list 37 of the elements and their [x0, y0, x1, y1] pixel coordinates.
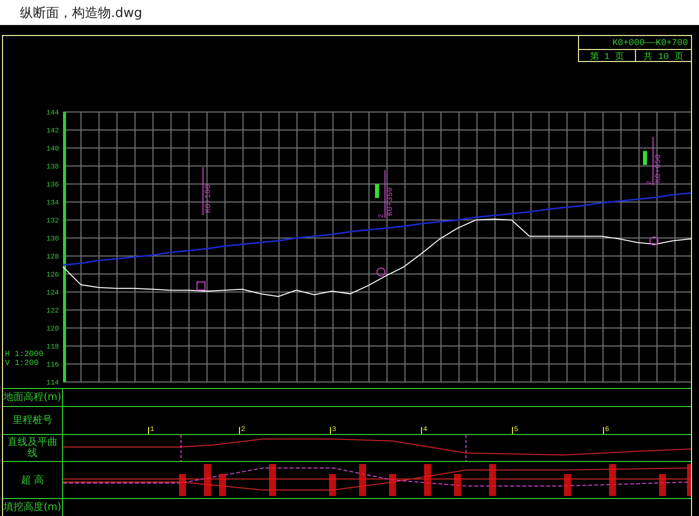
superelevation-mark — [204, 464, 211, 496]
scale-label: H 1:2000 — [5, 350, 44, 359]
superelevation-mark — [269, 464, 276, 496]
row-label: 直线及平曲线 — [3, 435, 63, 461]
curve-boundary-line — [180, 435, 182, 461]
superelevation-mark — [659, 474, 666, 496]
row-label: 填挖高度(m) — [3, 499, 63, 516]
superelevation-mark — [219, 474, 226, 496]
superelevation-mark — [687, 464, 691, 496]
culvert-square-icon — [196, 282, 206, 290]
structure-tag-icon — [643, 151, 647, 165]
culvert-circle-icon — [376, 268, 386, 276]
culvert-circle-icon — [650, 236, 658, 246]
scale-label: V 1:200 — [5, 359, 40, 368]
station-range: K0+000——K0+700 — [611, 36, 689, 49]
structure-leader-line — [652, 136, 654, 186]
superelevation-mark — [609, 464, 616, 496]
superelevation-mark — [389, 474, 396, 496]
superelevation-mark — [489, 464, 496, 496]
structure-station-label: K0+180 — [204, 184, 213, 213]
row-label: 超 高 — [3, 462, 63, 498]
superelevation-mark — [359, 464, 366, 496]
sheet-total: 共 10 页 — [635, 49, 691, 62]
row-label: 地面高程(m) — [3, 389, 63, 406]
structure-leader-line — [384, 170, 386, 218]
superelevation-mark — [179, 474, 186, 496]
superelevation-mark — [454, 474, 461, 496]
structure-station-label: K0+650 — [654, 154, 663, 183]
superelevation-mark — [329, 474, 336, 496]
structure-leader-line — [202, 166, 204, 216]
structure-tag-icon — [375, 184, 379, 198]
superelevation-mark — [564, 474, 571, 496]
window-title: 纵断面，构造物.dwg — [20, 4, 142, 22]
structure-station-label: K0+350 — [386, 187, 395, 216]
sheet-number: 第 1 页 — [579, 49, 635, 62]
row-label: 里程桩号 — [3, 407, 63, 434]
superelevation-mark — [424, 464, 431, 496]
